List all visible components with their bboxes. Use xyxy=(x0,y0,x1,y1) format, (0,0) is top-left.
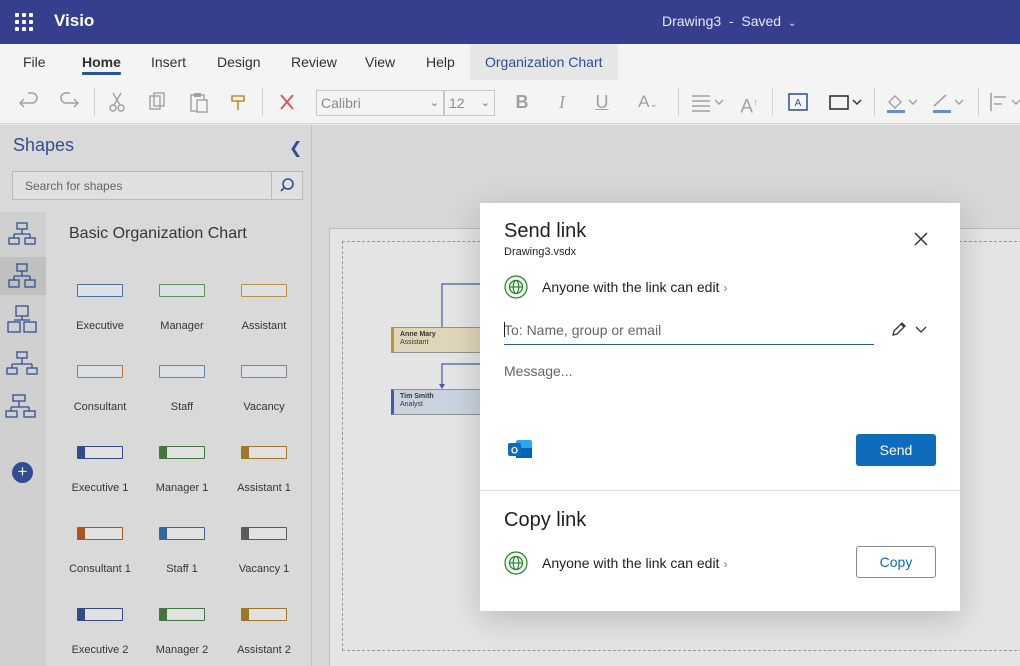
outlook-icon: O xyxy=(508,440,532,458)
copy-link-permission-button[interactable]: Anyone with the link can edit › xyxy=(542,555,727,571)
link-permission-button[interactable]: Anyone with the link can edit › xyxy=(542,279,727,295)
line-color-icon[interactable] xyxy=(930,90,966,114)
message-input[interactable] xyxy=(504,363,934,413)
italic-icon[interactable]: I xyxy=(552,90,572,114)
chevron-down-icon[interactable] xyxy=(914,322,928,336)
copy-button[interactable]: Copy xyxy=(856,546,936,578)
font-color-icon[interactable]: A⌄ xyxy=(630,90,666,114)
permission-label: Anyone with the link can edit xyxy=(542,555,720,571)
font-size-value: 12 xyxy=(449,95,465,111)
copy-icon[interactable] xyxy=(147,90,167,114)
font-name-value: Calibri xyxy=(321,95,361,111)
text-cursor xyxy=(504,322,505,337)
title-bar: Visio Drawing3 - Saved ⌄ xyxy=(0,0,1020,44)
delete-icon[interactable] xyxy=(277,90,297,114)
ribbon-toolbar: Calibri ⌄ 12 ⌄ B I U A⌄ A↑ A xyxy=(0,80,1020,124)
svg-text:O: O xyxy=(511,446,518,456)
text-box-icon[interactable]: A xyxy=(786,90,810,114)
file-name: Drawing3.vsdx xyxy=(504,246,577,258)
font-size-select[interactable]: 12 ⌄ xyxy=(444,90,495,116)
tab-insert[interactable]: Insert xyxy=(151,44,186,80)
send-link-title: Send link xyxy=(504,220,587,242)
tab-design[interactable]: Design xyxy=(217,44,261,80)
paste-icon[interactable] xyxy=(188,90,210,114)
copy-link-title: Copy link xyxy=(504,509,587,531)
svg-text:A: A xyxy=(795,98,802,109)
grow-font-icon[interactable]: A↑ xyxy=(736,90,762,117)
redo-icon[interactable] xyxy=(58,90,80,114)
pencil-icon[interactable] xyxy=(890,320,908,338)
tab-help[interactable]: Help xyxy=(426,44,455,80)
chevron-down-icon: ⌄ xyxy=(787,18,797,29)
fill-color-icon[interactable] xyxy=(884,90,920,114)
bold-icon[interactable]: B xyxy=(512,90,532,114)
close-icon[interactable] xyxy=(913,231,929,247)
chevron-down-icon: ⌄ xyxy=(480,97,490,109)
tab-file[interactable]: File xyxy=(23,44,46,80)
font-name-select[interactable]: Calibri ⌄ xyxy=(316,90,444,116)
globe-icon xyxy=(504,551,528,575)
shape-outline-icon[interactable] xyxy=(828,90,864,114)
align-icon[interactable] xyxy=(690,90,726,114)
ribbon-tabs: File Home Insert Design Review View Help… xyxy=(0,44,1020,80)
document-title[interactable]: Drawing3 - Saved ⌄ xyxy=(662,13,796,29)
dialog-divider xyxy=(480,490,960,491)
chevron-down-icon: ⌄ xyxy=(429,97,439,109)
tab-view[interactable]: View xyxy=(365,44,395,80)
permission-label: Anyone with the link can edit xyxy=(542,279,720,295)
recipient-input[interactable] xyxy=(504,316,874,345)
globe-icon xyxy=(504,275,528,299)
tab-home[interactable]: Home xyxy=(82,44,121,80)
underline-icon[interactable]: U xyxy=(592,90,612,114)
send-button[interactable]: Send xyxy=(856,434,936,466)
save-status: Saved xyxy=(741,13,782,29)
tab-organization-chart[interactable]: Organization Chart xyxy=(470,44,618,80)
arrange-icon[interactable] xyxy=(988,90,1020,114)
document-name: Drawing3 xyxy=(662,13,722,29)
share-dialog: Send link Drawing3.vsdx Anyone with the … xyxy=(480,203,960,611)
undo-icon[interactable] xyxy=(18,90,40,114)
chevron-right-icon: › xyxy=(723,557,728,571)
tab-review[interactable]: Review xyxy=(291,44,337,80)
app-launcher-icon[interactable] xyxy=(15,13,33,31)
cut-icon[interactable] xyxy=(107,90,127,114)
format-painter-icon[interactable] xyxy=(229,90,249,114)
chevron-right-icon: › xyxy=(723,281,728,295)
app-name[interactable]: Visio xyxy=(54,11,94,31)
